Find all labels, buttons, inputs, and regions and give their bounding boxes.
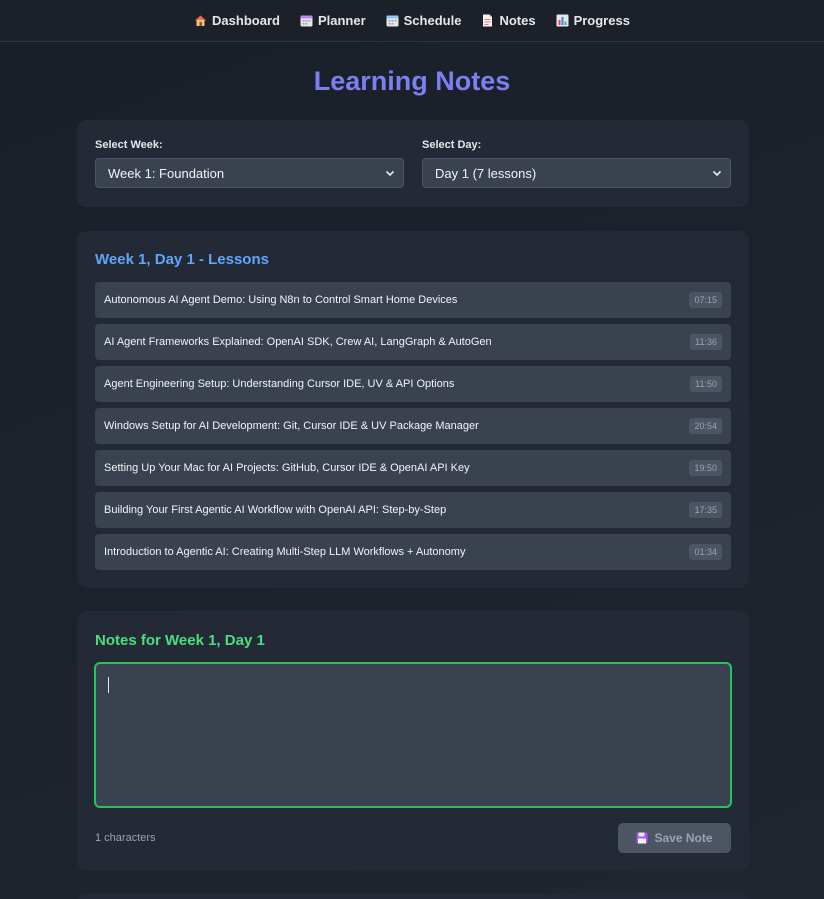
nav-dashboard[interactable]: Dashboard	[184, 13, 290, 28]
next-panel	[77, 893, 749, 899]
lesson-duration: 01:34	[689, 544, 722, 560]
week-select-label: Select Week:	[95, 139, 163, 151]
floppy-disk-icon	[636, 832, 648, 844]
text-caret	[108, 677, 109, 693]
lesson-title: Setting Up Your Mac for AI Projects: Git…	[104, 462, 470, 474]
nav-schedule-label: Schedule	[403, 13, 462, 28]
nav-planner-label: Planner	[317, 13, 366, 28]
bar-chart-icon	[556, 14, 569, 27]
nav-notes[interactable]: Notes	[471, 13, 545, 28]
lesson-duration: 19:50	[689, 460, 722, 476]
lesson-title: Windows Setup for AI Development: Git, C…	[104, 420, 479, 432]
day-select[interactable]: Day 1 (7 lessons)	[422, 158, 731, 188]
week-selector-group: Select Week: Week 1: Foundation	[95, 139, 404, 188]
day-selector-group: Select Day: Day 1 (7 lessons)	[422, 139, 731, 188]
lesson-duration: 07:15	[689, 292, 722, 308]
selector-panel: Select Week: Week 1: Foundation Select D…	[77, 120, 749, 207]
lesson-duration: 11:50	[690, 376, 722, 392]
calendar-icon	[300, 14, 313, 27]
lesson-item[interactable]: Agent Engineering Setup: Understanding C…	[95, 366, 731, 402]
nav-schedule[interactable]: Schedule	[376, 13, 472, 28]
lesson-item[interactable]: Introduction to Agentic AI: Creating Mul…	[95, 534, 731, 570]
day-select-value: Day 1 (7 lessons)	[435, 165, 537, 181]
document-icon	[481, 14, 494, 27]
nav-progress-label: Progress	[573, 13, 630, 28]
lesson-duration: 17:35	[689, 502, 722, 518]
notes-textarea[interactable]	[94, 662, 732, 808]
chevron-down-icon	[712, 170, 722, 177]
lesson-title: Autonomous AI Agent Demo: Using N8n to C…	[104, 294, 458, 306]
calendar-icon	[386, 14, 399, 27]
nav-planner[interactable]: Planner	[290, 13, 376, 28]
lesson-title: Introduction to Agentic AI: Creating Mul…	[104, 546, 466, 558]
lesson-item[interactable]: Autonomous AI Agent Demo: Using N8n to C…	[95, 282, 731, 318]
house-icon	[194, 14, 207, 27]
page-title: Learning Notes	[313, 66, 511, 96]
lesson-list: Autonomous AI Agent Demo: Using N8n to C…	[95, 282, 731, 576]
day-select-label: Select Day:	[422, 139, 482, 151]
week-select[interactable]: Week 1: Foundation	[95, 158, 404, 188]
notes-title: Notes for Week 1, Day 1	[95, 632, 265, 649]
save-note-button[interactable]: Save Note	[618, 823, 731, 853]
top-navigation: Dashboard Planner Schedule Notes Progres…	[0, 0, 824, 42]
character-count: 1 characters	[95, 832, 156, 844]
lesson-duration: 20:54	[689, 418, 722, 434]
lesson-item[interactable]: Windows Setup for AI Development: Git, C…	[95, 408, 731, 444]
lesson-item[interactable]: AI Agent Frameworks Explained: OpenAI SD…	[95, 324, 731, 360]
lessons-panel: Week 1, Day 1 - Lessons Autonomous AI Ag…	[77, 231, 749, 588]
nav-dashboard-label: Dashboard	[212, 13, 280, 28]
lesson-title: AI Agent Frameworks Explained: OpenAI SD…	[104, 336, 492, 348]
save-note-label: Save Note	[654, 831, 713, 845]
week-select-value: Week 1: Foundation	[108, 165, 225, 181]
lessons-title: Week 1, Day 1 - Lessons	[95, 251, 269, 268]
lesson-item[interactable]: Building Your First Agentic AI Workflow …	[95, 492, 731, 528]
lesson-item[interactable]: Setting Up Your Mac for AI Projects: Git…	[95, 450, 731, 486]
lesson-duration: 11:36	[690, 334, 722, 350]
nav-progress[interactable]: Progress	[546, 13, 640, 28]
lesson-title: Building Your First Agentic AI Workflow …	[104, 504, 447, 516]
lesson-title: Agent Engineering Setup: Understanding C…	[104, 378, 455, 390]
nav-notes-label: Notes	[499, 13, 536, 28]
chevron-down-icon	[385, 170, 395, 177]
notes-panel: Notes for Week 1, Day 1 1 characters Sav…	[77, 611, 749, 871]
